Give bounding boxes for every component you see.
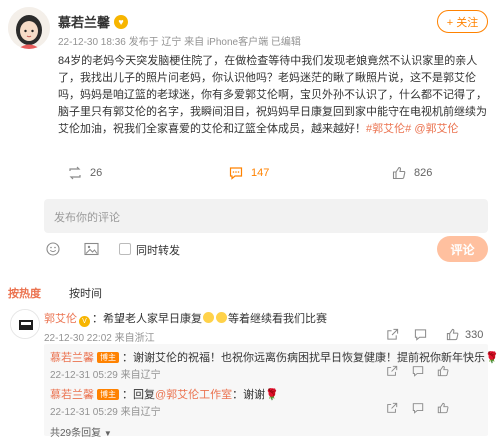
post-action-bar: 26 147 826 <box>0 166 500 186</box>
reply-meta: 22-12-31 05:29 来自辽宁 <box>50 370 161 381</box>
comment-avatar[interactable] <box>10 309 40 339</box>
reply-text-pre: ：回复 <box>122 389 155 401</box>
post-meta: 22-12-30 18:36 发布于 辽宁 来自 iPhone客户端 已编辑 <box>58 37 301 48</box>
post-body: 84岁的老妈今天突发脑梗住院了，在做检查等待中我们发现老娘竟然不认识家里的亲人了… <box>58 53 488 138</box>
rose-icon: 🌹 <box>265 389 279 401</box>
reply-author-name[interactable]: 慕若兰馨 <box>50 352 94 364</box>
topic-tag-link[interactable]: #郭艾伦# <box>366 123 411 135</box>
share-icon[interactable] <box>386 365 398 377</box>
verified-badge-icon: V <box>79 316 90 327</box>
post-author-name[interactable]: 慕若兰馨 <box>58 12 110 31</box>
submit-comment-button[interactable]: 评论 <box>437 236 488 262</box>
author-badge: 博主 <box>97 352 119 363</box>
mention-link[interactable]: @郭艾伦 <box>414 123 458 135</box>
comment-text-part2: 等着继续看我们比赛 <box>228 313 327 325</box>
reply-text: ：谢谢艾伦的祝福！也祝你远离伤病困扰早日恢复健康！提前祝你新年快乐 <box>122 352 485 364</box>
author-avatar[interactable] <box>8 7 50 49</box>
comment-author-name[interactable]: 郭艾伦 <box>44 313 77 325</box>
avatar-illustration <box>8 7 50 49</box>
more-replies-label: 共29条回复 <box>50 428 102 439</box>
reply-icon[interactable] <box>412 402 424 414</box>
emoji-icon[interactable] <box>46 242 60 256</box>
commenter-avatar-logo <box>11 310 39 338</box>
comment-like-count: 330 <box>465 328 484 341</box>
author-badge: 博主 <box>97 389 119 400</box>
emoji-praying-icon <box>203 312 214 323</box>
repost-button[interactable]: 26 <box>68 166 102 180</box>
thumbs-up-icon[interactable] <box>437 365 449 377</box>
reply-text-line: 慕若兰馨 博主 ：谢谢艾伦的祝福！也祝你远离伤病困扰早日恢复健康！提前祝你新年快乐🌹 <box>50 349 499 365</box>
reply-text-post: ：谢谢 <box>232 389 266 401</box>
share-icon[interactable] <box>386 328 399 341</box>
repost-icon <box>69 166 81 180</box>
like-button[interactable]: 826 <box>392 166 432 180</box>
reply-meta: 22-12-31 05:29 来自辽宁 <box>50 407 161 418</box>
tab-sort-time[interactable]: 按时间 <box>69 285 102 301</box>
follow-button[interactable]: + 关注 <box>437 10 488 33</box>
reply-mention-link[interactable]: @郭艾伦工作室 <box>155 389 232 401</box>
more-replies-link[interactable]: 共29条回复 ▼ <box>50 424 112 439</box>
comment-button[interactable]: 147 <box>229 166 269 180</box>
reply-icon[interactable] <box>412 365 424 377</box>
comment-text-line: 郭艾伦 V ：希望老人家早日康复 等着继续看我们比赛 <box>44 310 444 327</box>
repost-checkbox[interactable] <box>119 243 131 255</box>
share-icon[interactable] <box>386 402 398 414</box>
comment-text-part1: ：希望老人家早日康复 <box>92 313 202 325</box>
reply-author-name[interactable]: 慕若兰馨 <box>50 389 94 401</box>
repost-count: 26 <box>90 167 103 179</box>
chevron-down-icon: ▼ <box>103 429 112 438</box>
comment-count: 147 <box>251 167 270 179</box>
comment-sort-tabs: 按热度 按时间 <box>8 285 102 301</box>
comment-meta: 22-12-30 22:02 来自浙江 <box>44 333 155 344</box>
reply-icon[interactable] <box>414 328 427 341</box>
like-count: 826 <box>414 167 433 179</box>
comment-icon <box>229 167 243 180</box>
emoji-praying-icon <box>216 312 227 323</box>
reply-thread: 慕若兰馨 博主 ：谢谢艾伦的祝福！也祝你远离伤病困扰早日恢复健康！提前祝你新年快乐🌹… <box>44 344 499 439</box>
comment-like-button[interactable]: 330 <box>446 328 483 341</box>
reply-text-line: 慕若兰馨 博主 ：回复@郭艾伦工作室：谢谢🌹 <box>50 386 279 402</box>
rose-icon: 🌹 <box>485 352 499 364</box>
thumbs-up-icon[interactable] <box>437 402 449 414</box>
comment-input[interactable]: 发布你的评论 <box>44 199 488 233</box>
repost-checkbox-label[interactable]: 同时转发 <box>136 242 180 258</box>
thumbs-up-icon <box>392 166 406 180</box>
thumbs-up-icon <box>446 328 459 341</box>
post-author[interactable]: 慕若兰馨 ♥ <box>58 12 129 31</box>
verified-badge-icon: ♥ <box>114 14 129 29</box>
tab-sort-hot[interactable]: 按热度 <box>8 285 41 301</box>
image-icon[interactable] <box>84 242 99 256</box>
